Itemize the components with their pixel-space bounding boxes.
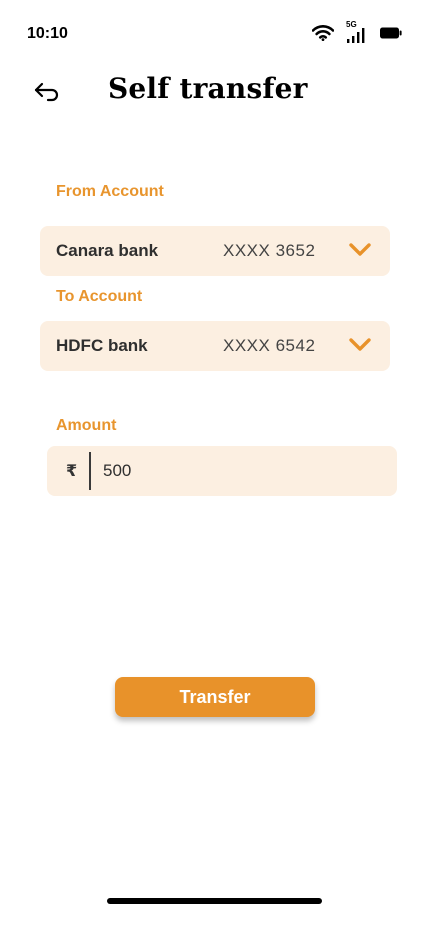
cellular-signal-icon: 5G bbox=[346, 20, 368, 44]
chevron-down-icon[interactable] bbox=[348, 337, 372, 353]
status-bar: 10:10 5G bbox=[0, 0, 430, 64]
amount-divider bbox=[89, 452, 91, 490]
back-button[interactable] bbox=[30, 76, 64, 106]
from-account-label: From Account bbox=[56, 183, 164, 200]
battery-icon bbox=[380, 27, 402, 39]
amount-input[interactable] bbox=[103, 456, 383, 486]
amount-label: Amount bbox=[56, 417, 117, 434]
to-account-number: XXXX 6542 bbox=[223, 336, 316, 355]
rupee-icon: ₹ bbox=[66, 463, 78, 480]
chevron-down-icon[interactable] bbox=[348, 242, 372, 258]
amount-field[interactable]: ₹ bbox=[47, 446, 397, 496]
transfer-button[interactable]: Transfer bbox=[115, 677, 315, 717]
home-indicator[interactable] bbox=[107, 898, 322, 904]
from-account-select[interactable]: Canara bank XXXX 3652 bbox=[40, 226, 390, 276]
status-icons: 5G bbox=[312, 20, 402, 44]
to-account-label: To Account bbox=[56, 288, 143, 305]
from-bank-name: Canara bank bbox=[56, 241, 159, 260]
back-arrow-icon bbox=[34, 82, 59, 102]
header: Self transfer bbox=[0, 64, 430, 120]
from-account-number: XXXX 3652 bbox=[223, 241, 316, 260]
to-bank-name: HDFC bank bbox=[56, 336, 148, 355]
page-title: Self transfer bbox=[108, 72, 308, 105]
to-account-select[interactable]: HDFC bank XXXX 6542 bbox=[40, 321, 390, 371]
wifi-icon bbox=[312, 25, 334, 41]
status-time: 10:10 bbox=[27, 25, 68, 42]
